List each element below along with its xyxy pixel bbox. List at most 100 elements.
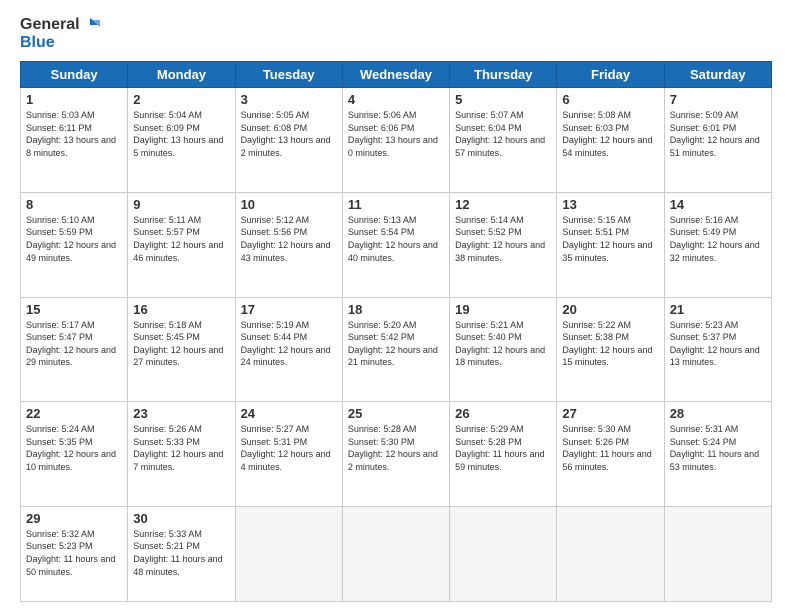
calendar-cell: 24 Sunrise: 5:27 AM Sunset: 5:31 PM Dayl…: [235, 402, 342, 507]
day-number: 7: [670, 92, 766, 107]
calendar-cell: 18 Sunrise: 5:20 AM Sunset: 5:42 PM Dayl…: [342, 297, 449, 402]
day-info: Sunrise: 5:27 AM Sunset: 5:31 PM Dayligh…: [241, 423, 337, 473]
day-number: 2: [133, 92, 229, 107]
day-info: Sunrise: 5:12 AM Sunset: 5:56 PM Dayligh…: [241, 214, 337, 264]
calendar-cell: 6 Sunrise: 5:08 AM Sunset: 6:03 PM Dayli…: [557, 88, 664, 193]
day-number: 12: [455, 197, 551, 212]
calendar-cell: 2 Sunrise: 5:04 AM Sunset: 6:09 PM Dayli…: [128, 88, 235, 193]
calendar-cell: 12 Sunrise: 5:14 AM Sunset: 5:52 PM Dayl…: [450, 192, 557, 297]
calendar-cell: 14 Sunrise: 5:16 AM Sunset: 5:49 PM Dayl…: [664, 192, 771, 297]
weekday-header-friday: Friday: [557, 62, 664, 88]
day-info: Sunrise: 5:26 AM Sunset: 5:33 PM Dayligh…: [133, 423, 229, 473]
calendar-cell: 1 Sunrise: 5:03 AM Sunset: 6:11 PM Dayli…: [21, 88, 128, 193]
weekday-header-thursday: Thursday: [450, 62, 557, 88]
day-number: 23: [133, 406, 229, 421]
day-info: Sunrise: 5:24 AM Sunset: 5:35 PM Dayligh…: [26, 423, 122, 473]
day-info: Sunrise: 5:22 AM Sunset: 5:38 PM Dayligh…: [562, 319, 658, 369]
day-info: Sunrise: 5:18 AM Sunset: 5:45 PM Dayligh…: [133, 319, 229, 369]
day-info: Sunrise: 5:30 AM Sunset: 5:26 PM Dayligh…: [562, 423, 658, 473]
calendar-cell: 22 Sunrise: 5:24 AM Sunset: 5:35 PM Dayl…: [21, 402, 128, 507]
calendar-cell: 5 Sunrise: 5:07 AM Sunset: 6:04 PM Dayli…: [450, 88, 557, 193]
calendar-cell: 16 Sunrise: 5:18 AM Sunset: 5:45 PM Dayl…: [128, 297, 235, 402]
day-info: Sunrise: 5:28 AM Sunset: 5:30 PM Dayligh…: [348, 423, 444, 473]
calendar-cell: 3 Sunrise: 5:05 AM Sunset: 6:08 PM Dayli…: [235, 88, 342, 193]
day-number: 5: [455, 92, 551, 107]
weekday-header-wednesday: Wednesday: [342, 62, 449, 88]
day-number: 25: [348, 406, 444, 421]
day-info: Sunrise: 5:21 AM Sunset: 5:40 PM Dayligh…: [455, 319, 551, 369]
day-number: 8: [26, 197, 122, 212]
day-number: 4: [348, 92, 444, 107]
calendar-cell: 29 Sunrise: 5:32 AM Sunset: 5:23 PM Dayl…: [21, 506, 128, 601]
day-number: 11: [348, 197, 444, 212]
day-number: 24: [241, 406, 337, 421]
day-number: 14: [670, 197, 766, 212]
day-number: 22: [26, 406, 122, 421]
calendar-cell: 25 Sunrise: 5:28 AM Sunset: 5:30 PM Dayl…: [342, 402, 449, 507]
day-number: 29: [26, 511, 122, 526]
day-info: Sunrise: 5:29 AM Sunset: 5:28 PM Dayligh…: [455, 423, 551, 473]
calendar-cell: 4 Sunrise: 5:06 AM Sunset: 6:06 PM Dayli…: [342, 88, 449, 193]
logo: General Blue: [20, 16, 100, 51]
day-number: 30: [133, 511, 229, 526]
day-number: 26: [455, 406, 551, 421]
calendar-cell: 26 Sunrise: 5:29 AM Sunset: 5:28 PM Dayl…: [450, 402, 557, 507]
weekday-header-sunday: Sunday: [21, 62, 128, 88]
day-info: Sunrise: 5:03 AM Sunset: 6:11 PM Dayligh…: [26, 109, 122, 159]
day-info: Sunrise: 5:14 AM Sunset: 5:52 PM Dayligh…: [455, 214, 551, 264]
calendar-cell: 23 Sunrise: 5:26 AM Sunset: 5:33 PM Dayl…: [128, 402, 235, 507]
day-number: 6: [562, 92, 658, 107]
day-info: Sunrise: 5:06 AM Sunset: 6:06 PM Dayligh…: [348, 109, 444, 159]
logo-container: General Blue: [20, 16, 100, 51]
calendar-cell: [450, 506, 557, 601]
day-info: Sunrise: 5:10 AM Sunset: 5:59 PM Dayligh…: [26, 214, 122, 264]
calendar-cell: 27 Sunrise: 5:30 AM Sunset: 5:26 PM Dayl…: [557, 402, 664, 507]
logo-text-blue: Blue: [20, 34, 100, 52]
calendar-cell: 30 Sunrise: 5:33 AM Sunset: 5:21 PM Dayl…: [128, 506, 235, 601]
day-info: Sunrise: 5:16 AM Sunset: 5:49 PM Dayligh…: [670, 214, 766, 264]
day-number: 19: [455, 302, 551, 317]
calendar-cell: 9 Sunrise: 5:11 AM Sunset: 5:57 PM Dayli…: [128, 192, 235, 297]
calendar-cell: 15 Sunrise: 5:17 AM Sunset: 5:47 PM Dayl…: [21, 297, 128, 402]
day-info: Sunrise: 5:17 AM Sunset: 5:47 PM Dayligh…: [26, 319, 122, 369]
day-info: Sunrise: 5:04 AM Sunset: 6:09 PM Dayligh…: [133, 109, 229, 159]
day-info: Sunrise: 5:31 AM Sunset: 5:24 PM Dayligh…: [670, 423, 766, 473]
calendar-cell: [557, 506, 664, 601]
calendar-cell: 19 Sunrise: 5:21 AM Sunset: 5:40 PM Dayl…: [450, 297, 557, 402]
header: General Blue: [20, 16, 772, 51]
day-number: 10: [241, 197, 337, 212]
day-number: 3: [241, 92, 337, 107]
day-number: 20: [562, 302, 658, 317]
page: General Blue SundayMondayTuesdayWednesda…: [0, 0, 792, 612]
calendar-cell: 28 Sunrise: 5:31 AM Sunset: 5:24 PM Dayl…: [664, 402, 771, 507]
weekday-header-tuesday: Tuesday: [235, 62, 342, 88]
day-info: Sunrise: 5:23 AM Sunset: 5:37 PM Dayligh…: [670, 319, 766, 369]
day-info: Sunrise: 5:05 AM Sunset: 6:08 PM Dayligh…: [241, 109, 337, 159]
calendar-cell: [235, 506, 342, 601]
day-info: Sunrise: 5:19 AM Sunset: 5:44 PM Dayligh…: [241, 319, 337, 369]
day-info: Sunrise: 5:32 AM Sunset: 5:23 PM Dayligh…: [26, 528, 122, 578]
calendar-cell: 20 Sunrise: 5:22 AM Sunset: 5:38 PM Dayl…: [557, 297, 664, 402]
day-number: 27: [562, 406, 658, 421]
day-info: Sunrise: 5:11 AM Sunset: 5:57 PM Dayligh…: [133, 214, 229, 264]
day-number: 21: [670, 302, 766, 317]
logo-text-general: General: [20, 16, 80, 34]
day-number: 28: [670, 406, 766, 421]
calendar-cell: 13 Sunrise: 5:15 AM Sunset: 5:51 PM Dayl…: [557, 192, 664, 297]
day-number: 16: [133, 302, 229, 317]
calendar-cell: [664, 506, 771, 601]
logo-arrow-icon: [82, 18, 100, 32]
day-number: 9: [133, 197, 229, 212]
calendar-cell: 7 Sunrise: 5:09 AM Sunset: 6:01 PM Dayli…: [664, 88, 771, 193]
day-info: Sunrise: 5:08 AM Sunset: 6:03 PM Dayligh…: [562, 109, 658, 159]
day-number: 17: [241, 302, 337, 317]
calendar-cell: 11 Sunrise: 5:13 AM Sunset: 5:54 PM Dayl…: [342, 192, 449, 297]
day-number: 15: [26, 302, 122, 317]
day-info: Sunrise: 5:09 AM Sunset: 6:01 PM Dayligh…: [670, 109, 766, 159]
day-info: Sunrise: 5:07 AM Sunset: 6:04 PM Dayligh…: [455, 109, 551, 159]
day-info: Sunrise: 5:15 AM Sunset: 5:51 PM Dayligh…: [562, 214, 658, 264]
calendar-table: SundayMondayTuesdayWednesdayThursdayFrid…: [20, 61, 772, 602]
calendar-cell: 8 Sunrise: 5:10 AM Sunset: 5:59 PM Dayli…: [21, 192, 128, 297]
day-number: 1: [26, 92, 122, 107]
weekday-header-monday: Monday: [128, 62, 235, 88]
